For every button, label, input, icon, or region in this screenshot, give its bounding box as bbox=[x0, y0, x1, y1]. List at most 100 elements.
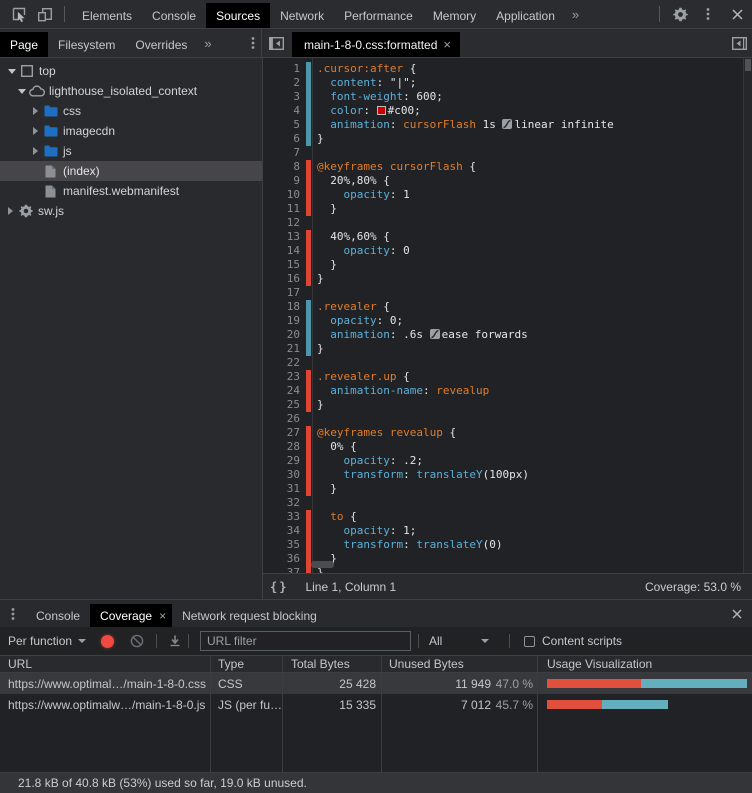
line-number[interactable]: 36 bbox=[263, 552, 300, 566]
tree-collapsed-arrow-icon[interactable] bbox=[29, 147, 42, 155]
line-number[interactable]: 35 bbox=[263, 538, 300, 552]
navigator-tab-page[interactable]: Page bbox=[0, 32, 48, 57]
tree-expanded-arrow-icon[interactable] bbox=[5, 69, 18, 74]
line-number[interactable]: 7 bbox=[263, 146, 300, 160]
column-header-url[interactable]: URL bbox=[0, 656, 210, 672]
pretty-print-icon[interactable]: {} bbox=[270, 580, 288, 594]
main-tab-memory[interactable]: Memory bbox=[423, 3, 486, 28]
line-number[interactable]: 6 bbox=[263, 132, 300, 146]
tree-item-manifest-webmanifest[interactable]: manifest.webmanifest bbox=[0, 181, 262, 201]
coverage-row-js-per-fu-[interactable]: https://www.optimalw…/main-1-8-0.jsJS (p… bbox=[0, 694, 752, 715]
settings-gear-icon[interactable] bbox=[666, 0, 694, 28]
tree-item-imagecdn[interactable]: imagecdn bbox=[0, 121, 262, 141]
tree-item-sw-js[interactable]: sw.js bbox=[0, 201, 262, 221]
line-number[interactable]: 2 bbox=[263, 76, 300, 90]
url-filter-input[interactable]: URL filter bbox=[200, 631, 411, 651]
drawer-close-icon[interactable] bbox=[722, 600, 752, 627]
inspect-icon[interactable] bbox=[6, 0, 32, 28]
editor-vertical-scrollbar[interactable] bbox=[743, 58, 752, 573]
close-devtools-icon[interactable] bbox=[722, 0, 752, 28]
line-number[interactable]: 17 bbox=[263, 286, 300, 300]
drawer-kebab-icon[interactable] bbox=[0, 600, 26, 627]
tree-item-css[interactable]: css bbox=[0, 101, 262, 121]
drawer-tab-console[interactable]: Console bbox=[26, 604, 90, 627]
bezier-curve-icon[interactable] bbox=[502, 119, 512, 129]
tree-item-js[interactable]: js bbox=[0, 141, 262, 161]
code-editor[interactable]: 1.cursor:after {2 content: "|";3 font-we… bbox=[263, 58, 752, 573]
line-number[interactable]: 29 bbox=[263, 454, 300, 468]
type-filter-dropdown[interactable]: All bbox=[423, 634, 503, 648]
line-number[interactable]: 23 bbox=[263, 370, 300, 384]
line-number[interactable]: 24 bbox=[263, 384, 300, 398]
line-number[interactable]: 11 bbox=[263, 202, 300, 216]
line-number[interactable]: 16 bbox=[263, 272, 300, 286]
line-number[interactable]: 22 bbox=[263, 356, 300, 370]
clear-button[interactable] bbox=[124, 634, 150, 648]
main-tab-performance[interactable]: Performance bbox=[334, 3, 423, 28]
line-number[interactable]: 1 bbox=[263, 62, 300, 76]
line-number[interactable]: 21 bbox=[263, 342, 300, 356]
record-button[interactable] bbox=[94, 635, 120, 648]
drawer-tab-close-icon[interactable]: × bbox=[159, 610, 166, 622]
column-header-usage-visualization[interactable]: Usage Visualization bbox=[537, 656, 752, 672]
main-tab-application[interactable]: Application bbox=[486, 3, 565, 28]
main-tab-sources[interactable]: Sources bbox=[206, 3, 270, 28]
tree-collapsed-arrow-icon[interactable] bbox=[29, 127, 42, 135]
kebab-menu-icon[interactable] bbox=[694, 0, 722, 28]
line-number[interactable]: 5 bbox=[263, 118, 300, 132]
coverage-row-css[interactable]: https://www.optimal…/main-1-8-0.cssCSS25… bbox=[0, 673, 752, 694]
more-panels-icon[interactable]: » bbox=[565, 0, 586, 28]
main-tab-elements[interactable]: Elements bbox=[72, 3, 142, 28]
line-number[interactable]: 33 bbox=[263, 510, 300, 524]
column-header-type[interactable]: Type bbox=[210, 656, 282, 672]
device-toolbar-icon[interactable] bbox=[32, 0, 58, 28]
line-number[interactable]: 18 bbox=[263, 300, 300, 314]
line-number[interactable]: 31 bbox=[263, 482, 300, 496]
hide-navigator-icon[interactable] bbox=[264, 29, 288, 57]
line-number[interactable]: 34 bbox=[263, 524, 300, 538]
column-header-total-bytes[interactable]: Total Bytes bbox=[282, 656, 381, 672]
line-number[interactable]: 3 bbox=[263, 90, 300, 104]
line-number[interactable]: 10 bbox=[263, 188, 300, 202]
tree-collapsed-arrow-icon[interactable] bbox=[4, 207, 17, 215]
line-number[interactable]: 14 bbox=[263, 244, 300, 258]
vscroll-thumb[interactable] bbox=[745, 59, 751, 71]
export-download-button[interactable] bbox=[162, 634, 188, 648]
line-number[interactable]: 25 bbox=[263, 398, 300, 412]
toggle-sidebar-icon[interactable] bbox=[726, 29, 752, 57]
line-number[interactable]: 27 bbox=[263, 426, 300, 440]
coverage-mode-dropdown[interactable]: Per function bbox=[0, 634, 94, 648]
color-swatch-icon[interactable] bbox=[377, 106, 386, 115]
line-number[interactable]: 8 bbox=[263, 160, 300, 174]
tree-item--index-[interactable]: (index) bbox=[0, 161, 262, 181]
tree-item-lighthouse-isolated-context[interactable]: lighthouse_isolated_context bbox=[0, 81, 262, 101]
line-number[interactable]: 32 bbox=[263, 496, 300, 510]
navigator-more-tabs-icon[interactable]: » bbox=[197, 29, 218, 57]
tree-collapsed-arrow-icon[interactable] bbox=[29, 107, 42, 115]
line-number[interactable]: 28 bbox=[263, 440, 300, 454]
drawer-tab-network-request-blocking[interactable]: Network request blocking bbox=[172, 604, 327, 627]
drawer-tab-coverage[interactable]: Coverage× bbox=[90, 604, 172, 627]
bezier-curve-icon[interactable] bbox=[430, 329, 440, 339]
editor-horizontal-scrollbar[interactable] bbox=[311, 561, 334, 568]
tree-expanded-arrow-icon[interactable] bbox=[15, 89, 28, 94]
navigator-tab-overrides[interactable]: Overrides bbox=[125, 32, 197, 57]
main-tab-network[interactable]: Network bbox=[270, 3, 334, 28]
line-number[interactable]: 15 bbox=[263, 258, 300, 272]
content-scripts-checkbox[interactable] bbox=[524, 636, 535, 647]
line-number[interactable]: 26 bbox=[263, 412, 300, 426]
editor-tab-close-icon[interactable]: × bbox=[443, 38, 451, 51]
line-number[interactable]: 37 bbox=[263, 566, 300, 573]
navigator-tab-filesystem[interactable]: Filesystem bbox=[48, 32, 125, 57]
line-number[interactable]: 30 bbox=[263, 468, 300, 482]
editor-tab-main-css[interactable]: main-1-8-0.css:formatted × bbox=[292, 32, 460, 57]
line-number[interactable]: 4 bbox=[263, 104, 300, 118]
line-number[interactable]: 20 bbox=[263, 328, 300, 342]
line-number[interactable]: 13 bbox=[263, 230, 300, 244]
tree-item-top[interactable]: top bbox=[0, 61, 262, 81]
line-number[interactable]: 12 bbox=[263, 216, 300, 230]
line-number[interactable]: 19 bbox=[263, 314, 300, 328]
line-number[interactable]: 9 bbox=[263, 174, 300, 188]
column-header-unused-bytes[interactable]: Unused Bytes bbox=[381, 656, 537, 672]
main-tab-console[interactable]: Console bbox=[142, 3, 206, 28]
